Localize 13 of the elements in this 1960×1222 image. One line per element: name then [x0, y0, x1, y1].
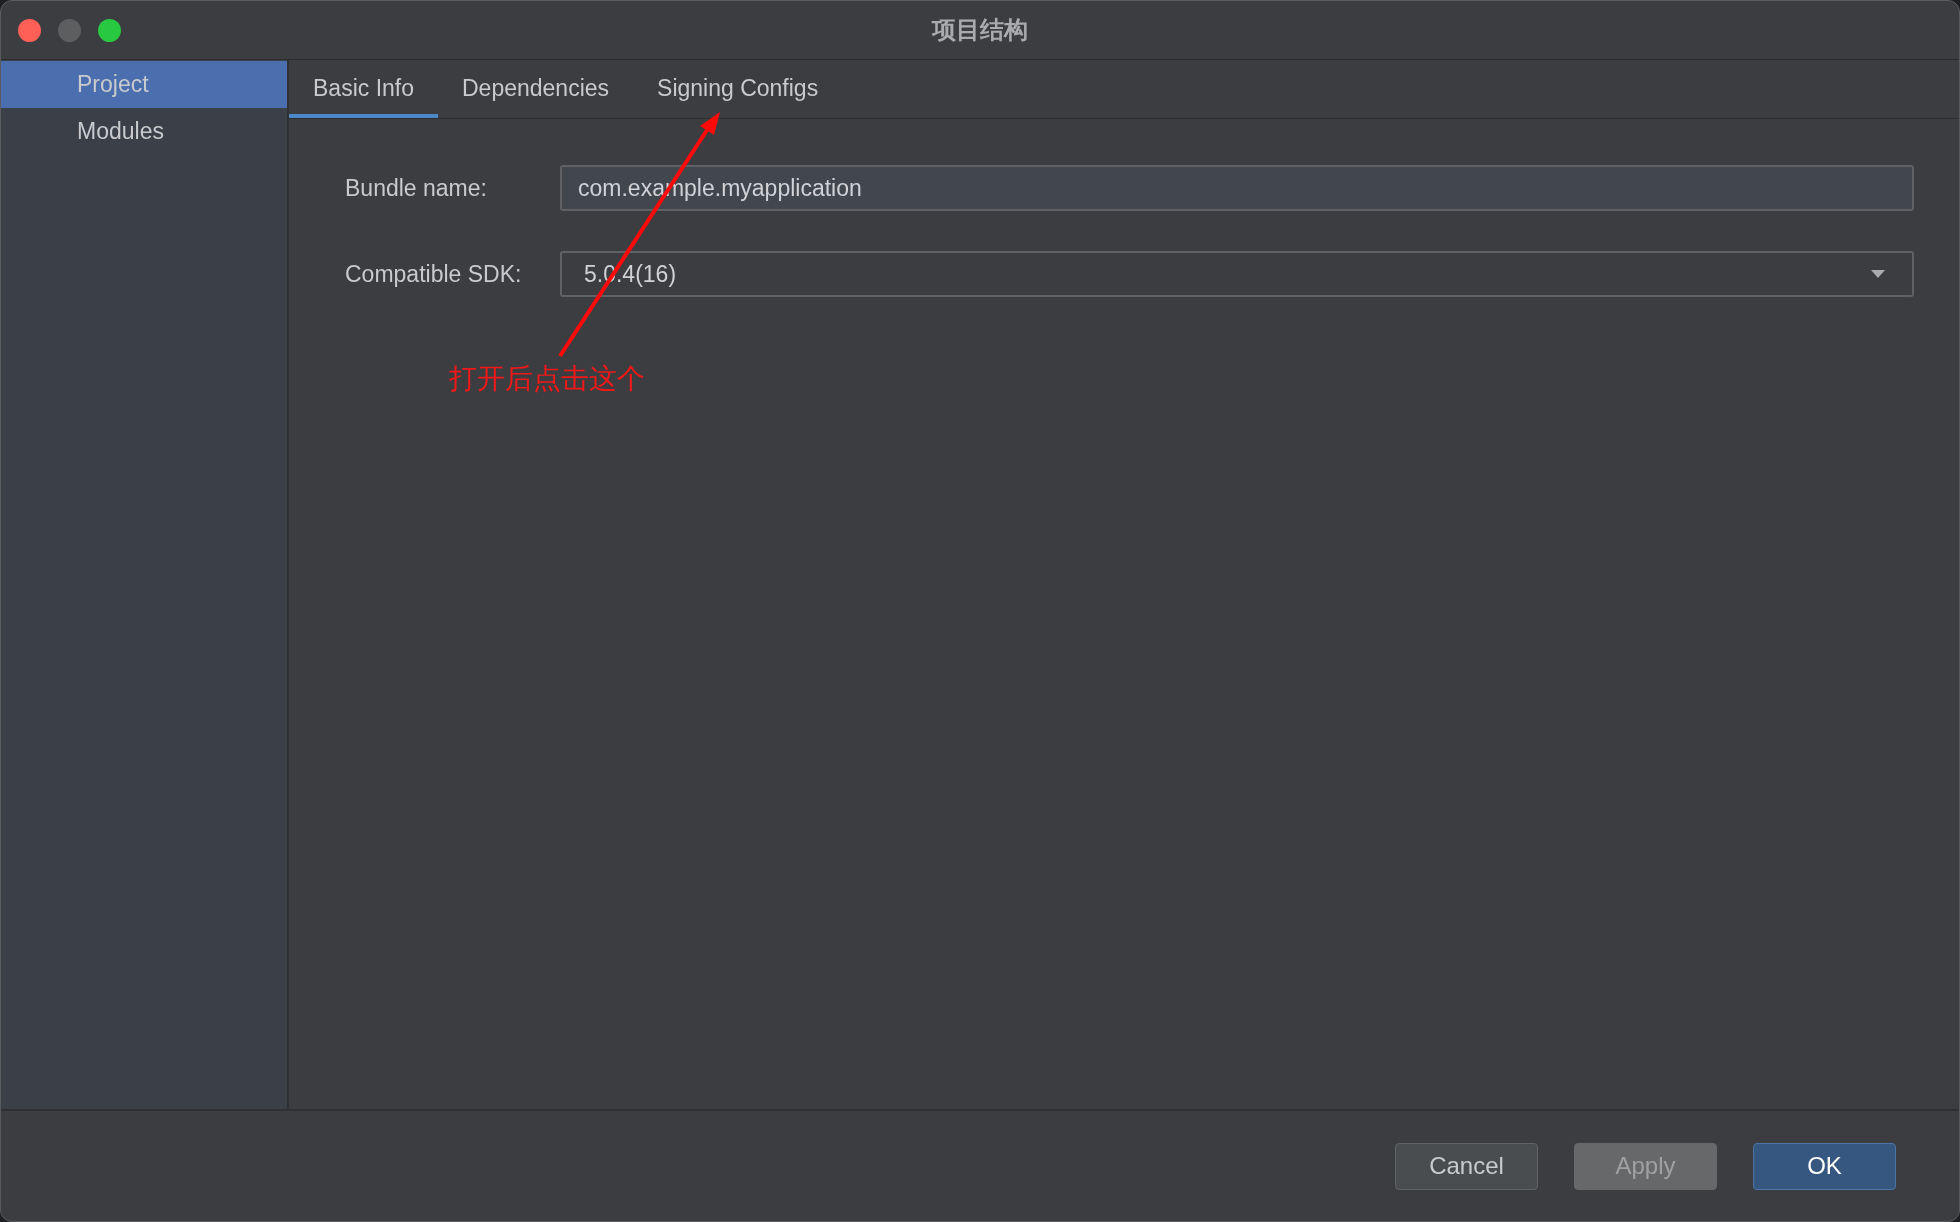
sidebar-item[interactable]: Modules — [1, 108, 287, 155]
tab[interactable]: Signing Configs — [633, 60, 843, 118]
field-label: Bundle name: — [345, 174, 488, 202]
tab[interactable]: Basic Info — [289, 60, 438, 118]
annotation-text: 打开后点击这个 — [449, 361, 645, 397]
dialog-button[interactable]: Cancel — [1395, 1142, 1538, 1190]
dialog-button[interactable]: OK — [1753, 1142, 1896, 1190]
close-icon[interactable] — [18, 18, 41, 42]
window-title: 项目结构 — [932, 15, 1028, 46]
caret-icon — [1870, 269, 1886, 279]
zoom-icon[interactable] — [98, 18, 121, 42]
field-label: Compatible SDK: — [345, 260, 523, 288]
tab[interactable]: Dependencies — [438, 60, 634, 118]
